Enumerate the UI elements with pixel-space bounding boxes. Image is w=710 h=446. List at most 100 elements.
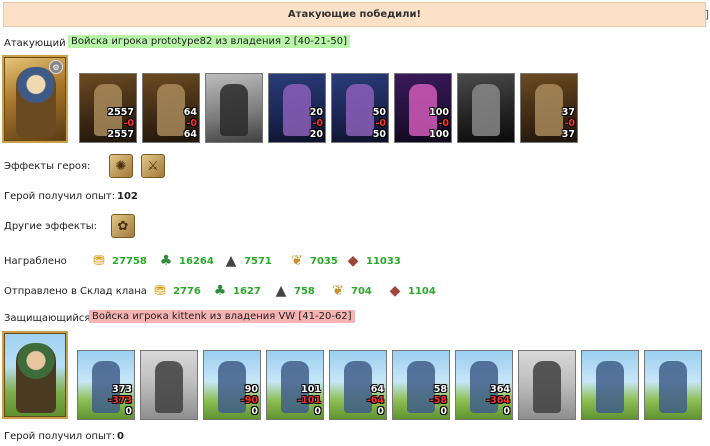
unit-counts: 364 -364 0 (486, 384, 510, 417)
resource-value: 1104 (408, 286, 436, 297)
unit-counts: 101 -101 0 (297, 384, 321, 417)
unit-slot[interactable]: 373 -373 0 (77, 350, 135, 420)
unit-count-n1: 90 (244, 384, 258, 395)
unit-counts: 20 -0 20 (310, 107, 323, 140)
wheat-icon: ❦ (291, 253, 303, 269)
attacker-hero-portrait[interactable]: ⚙ (2, 55, 68, 143)
bag-effect-icon[interactable]: ✿ (111, 214, 135, 238)
unit-slot[interactable] (581, 350, 639, 420)
battle-result-banner: Атакующие победили! (3, 2, 706, 27)
resource-value: 7035 (310, 256, 338, 267)
unit-count-n2: -0 (123, 118, 134, 129)
unit-slot[interactable] (205, 73, 263, 143)
unit-count-n2: -0 (312, 118, 323, 129)
unit-count-n1: 64 (183, 107, 197, 118)
loot-label: Награблено (4, 256, 67, 267)
resource-value: 11033 (366, 256, 401, 267)
unit-count-n2: -364 (486, 395, 510, 406)
unit-slot[interactable] (457, 73, 515, 143)
unit-count-n2: -0 (375, 118, 386, 129)
unit-count-n1: 64 (370, 384, 384, 395)
unit-counts: 373 -373 0 (108, 384, 132, 417)
crab-effect-icon[interactable]: ✺ (109, 154, 133, 178)
unit-count-n2: -0 (186, 118, 197, 129)
attacker-exp-label: Герой получил опыт: (4, 191, 116, 202)
unit-count-n3: 0 (440, 406, 447, 417)
unit-count-n1: 373 (112, 384, 132, 395)
unit-figure (155, 361, 183, 413)
unit-slot[interactable] (140, 350, 198, 420)
unit-slot[interactable]: 50 -0 50 (331, 73, 389, 143)
resource-value: 2776 (173, 286, 201, 297)
wheat-icon: ❦ (332, 283, 344, 299)
unit-count-n1: 364 (490, 384, 510, 395)
crab-effect-glyph: ✺ (115, 158, 127, 174)
attacker-exp-value: 102 (117, 191, 138, 202)
unit-count-n2: -64 (366, 395, 384, 406)
unit-slot[interactable] (518, 350, 576, 420)
unit-slot[interactable]: 100 -0 100 (394, 73, 452, 143)
attacker-role-label: Атакующий (4, 38, 66, 49)
hero-effects-label: Эффекты героя: (4, 161, 91, 172)
unit-count-n1: 58 (433, 384, 447, 395)
unit-count-n1: 50 (372, 107, 386, 118)
defender-exp-value: 0 (117, 431, 124, 442)
unit-slot[interactable]: 37 -0 37 (520, 73, 578, 143)
unit-counts: 100 -0 100 (429, 107, 449, 140)
bag-effect-glyph: ✿ (117, 218, 129, 234)
unit-count-n3: 2557 (107, 129, 134, 140)
gold-icon: ⛃ (154, 283, 166, 299)
unit-slot[interactable]: 101 -101 0 (266, 350, 324, 420)
unit-figure (596, 361, 624, 413)
unit-slot[interactable]: 90 -90 0 (203, 350, 261, 420)
hero-badge-icon: ⚙ (49, 60, 63, 74)
other-effects-label: Другие эффекты: (4, 221, 98, 232)
unit-count-n3: 0 (314, 406, 321, 417)
hero-figure (16, 67, 56, 137)
unit-figure (659, 361, 687, 413)
resource-value: 1627 (233, 286, 261, 297)
attacker-army-label[interactable]: Войска игрока prototype82 из владения 2 … (68, 35, 350, 48)
unit-count-n3: 50 (372, 129, 386, 140)
ore-icon: ▲ (225, 253, 237, 269)
unit-slot[interactable]: 64 -64 0 (329, 350, 387, 420)
defender-hero-portrait[interactable] (2, 331, 68, 419)
wood-icon: ♣ (159, 253, 173, 269)
clay-icon: ◆ (347, 253, 359, 269)
unit-figure (283, 84, 311, 136)
unit-slot[interactable]: 364 -364 0 (455, 350, 513, 420)
unit-count-n1: 37 (561, 107, 575, 118)
unit-counts: 2557 -0 2557 (108, 107, 134, 140)
unit-counts: 50 -0 50 (373, 107, 386, 140)
unit-figure (535, 84, 563, 136)
unit-slot[interactable]: 58 -58 0 (392, 350, 450, 420)
unit-count-n1: 101 (301, 384, 321, 395)
clay-icon: ◆ (389, 283, 401, 299)
unit-count-n2: -58 (429, 395, 447, 406)
unit-count-n2: -101 (297, 395, 321, 406)
unit-slot[interactable]: 64 -0 64 (142, 73, 200, 143)
ore-icon: ▲ (275, 283, 287, 299)
unit-count-n3: 20 (309, 129, 323, 140)
unit-count-n1: 2557 (107, 107, 134, 118)
unit-figure (472, 84, 500, 136)
bracket-glyph: ] (704, 8, 709, 21)
defender-army-label[interactable]: Войска игрока kittenk из владения VW [41… (89, 310, 355, 323)
unit-count-n3: 0 (377, 406, 384, 417)
unit-slot[interactable]: 2557 -0 2557 (79, 73, 137, 143)
resource-value: 704 (351, 286, 372, 297)
resource-value: 16264 (179, 256, 214, 267)
resource-value: 7571 (244, 256, 272, 267)
clan-storage-label: Отправлено в Склад клана (4, 286, 147, 297)
unit-slot[interactable] (644, 350, 702, 420)
battle-result-title: Атакующие победили! (287, 9, 422, 20)
sword-effect-icon[interactable]: ⚔ (141, 154, 165, 178)
unit-count-n3: 100 (429, 129, 449, 140)
unit-count-n3: 0 (125, 406, 132, 417)
unit-figure (220, 84, 248, 136)
unit-count-n3: 64 (183, 129, 197, 140)
wood-icon: ♣ (213, 283, 227, 299)
resource-value: 758 (294, 286, 315, 297)
unit-count-n2: -0 (438, 118, 449, 129)
unit-slot[interactable]: 20 -0 20 (268, 73, 326, 143)
